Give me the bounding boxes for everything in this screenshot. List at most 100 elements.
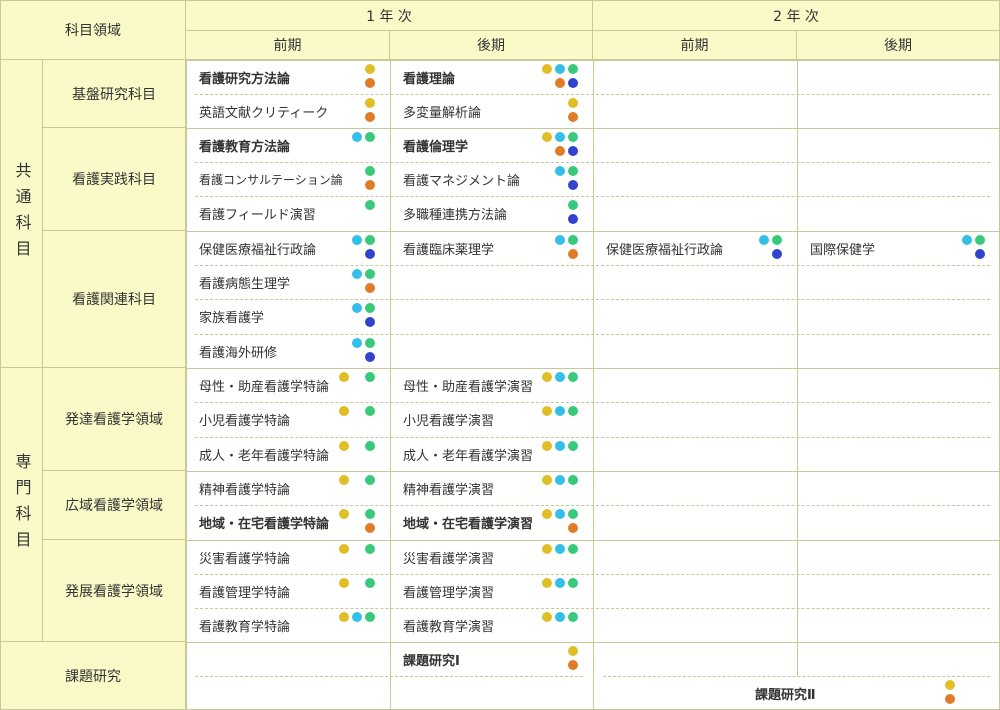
dot-orange [365,112,375,122]
group-common: 共通科目 [0,60,43,368]
course-name: 成人・老年看護学演習 [403,448,534,464]
course-name: 課題研究Ⅱ [755,687,816,703]
course-name: 地域・在宅看護学演習 [403,516,534,532]
dot-orange [365,523,375,533]
dot-yellow [542,544,552,554]
dot-green [365,166,375,176]
dot-green [568,544,578,554]
dot-cyan [352,303,362,313]
dot-yellow [542,64,552,74]
dot-orange [568,249,578,259]
field-header-label: 科目領域 [65,23,121,39]
dot-cyan [555,544,565,554]
term-label: 前期 [273,38,302,54]
dot-orange [555,78,565,88]
subgroup-label: 看護関連科目 [72,292,156,308]
dot-yellow [945,680,955,690]
dot-blue [568,78,578,88]
column-divider [390,59,391,710]
course-name: 看護管理学演習 [403,585,495,601]
course-name: 母性・助産看護学特論 [199,379,330,395]
dot-green [365,338,375,348]
dot-yellow [365,98,375,108]
course-name: 看護理論 [403,71,456,87]
course-name: 精神看護学演習 [403,482,495,498]
course-name: 地域・在宅看護学特論 [199,516,330,532]
course-name: 災害看護学演習 [403,551,495,567]
year1-header: 1 年 次 [186,0,593,31]
course-name: 看護コンサルテーション論 [199,172,343,187]
dot-blue [772,249,782,259]
course-name: 看護マネジメント論 [403,173,521,189]
dot-cyan [555,372,565,382]
dot-green [568,372,578,382]
dot-cyan [352,132,362,142]
course-name: 看護教育学特論 [199,619,291,635]
subgroup-hattatsu: 発達看護学領域 [43,368,186,471]
dot-cyan [555,166,565,176]
course-name: 多職種連携方法論 [403,207,508,223]
dot-yellow [568,98,578,108]
course-name: 看護倫理学 [403,139,469,155]
dot-green [365,578,375,588]
dot-orange [365,180,375,190]
year1-header-label: 1 年 次 [366,8,412,25]
subgroup-label: 発展看護学領域 [65,583,163,600]
dot-blue [975,249,985,259]
dot-blue [568,146,578,156]
dot-yellow [339,475,349,485]
dot-green [365,441,375,451]
course-name: 国際保健学 [810,242,876,258]
dot-cyan [352,612,362,622]
dot-blue [365,249,375,259]
dot-orange [568,523,578,533]
course-name: 看護フィールド演習 [199,207,316,223]
dot-green [568,612,578,622]
row-divider-dashed [195,676,583,677]
dot-green [568,441,578,451]
dot-cyan [555,441,565,451]
dot-yellow [542,132,552,142]
subgroup-label: 課題研究 [65,668,121,685]
course-name: 看護海外研修 [199,345,278,361]
dot-yellow [339,372,349,382]
course-name: 英語文献クリティーク [199,105,329,121]
term-header-y2-first: 前期 [593,31,797,60]
dot-green [975,235,985,245]
group-common-label: 共通科目 [12,161,32,266]
subgroup-kouiki: 広域看護学領域 [43,471,186,540]
dot-green [568,475,578,485]
subgroup-label: 看護実践科目 [72,172,156,188]
dot-blue [365,352,375,362]
dot-green [568,235,578,245]
course-name: 看護臨床薬理学 [403,242,495,258]
term-label: 後期 [477,38,505,54]
course-name: 小児看護学特論 [199,413,291,429]
dot-orange [568,660,578,670]
dot-yellow [339,509,349,519]
dot-green [365,372,375,382]
dot-yellow [339,441,349,451]
subgroup-label: 広域看護学領域 [65,498,163,514]
course-name: 課題研究Ⅰ [403,653,460,669]
subgroup-kadai: 課題研究 [0,642,186,710]
group-specialized: 専門科目 [0,368,43,642]
dot-cyan [555,64,565,74]
dot-orange [365,78,375,88]
term-header-y1-second: 後期 [390,31,593,60]
dot-yellow [339,544,349,554]
dot-cyan [759,235,769,245]
year2-header-label: 2 年 次 [773,8,819,25]
course-name: 看護管理学特論 [199,585,291,601]
course-name: 小児看護学演習 [403,413,495,429]
dot-cyan [555,406,565,416]
dot-yellow [542,406,552,416]
dot-cyan [555,612,565,622]
column-divider [593,59,594,710]
dot-green [365,303,375,313]
course-name: 看護研究方法論 [199,71,291,87]
subgroup-jissen: 看護実践科目 [43,128,186,231]
dot-yellow [339,578,349,588]
column-divider [186,59,187,710]
dot-yellow [542,509,552,519]
